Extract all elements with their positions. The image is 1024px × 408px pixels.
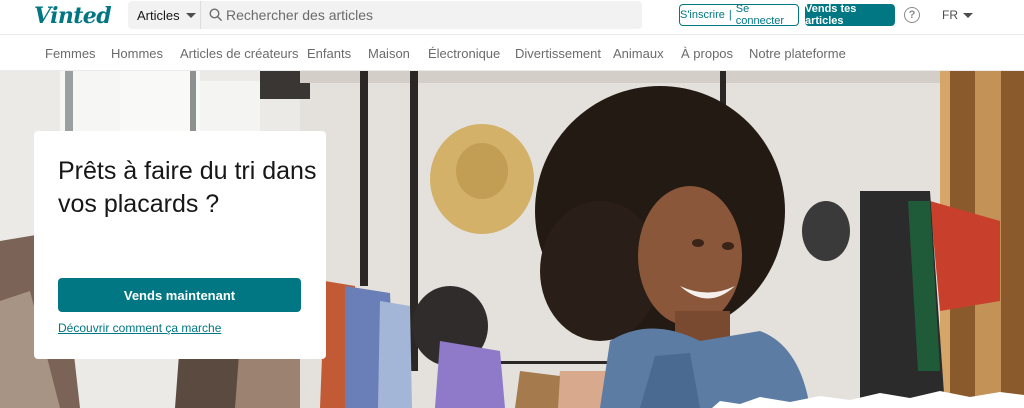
- promo-title: Prêts à faire du tri dans vos placards ?: [58, 157, 317, 218]
- promo-card: Prêts à faire du tri dans vos placards ?…: [34, 131, 326, 359]
- question-circle-icon[interactable]: ?: [904, 7, 920, 23]
- separator: |: [728, 9, 732, 21]
- category-nav: Femmes Hommes Articles de créateurs Enfa…: [0, 34, 1024, 71]
- nav-item-createurs[interactable]: Articles de créateurs: [180, 46, 299, 61]
- signup-label: S'inscrire: [680, 9, 725, 21]
- nav-item-electronique[interactable]: Électronique: [428, 46, 500, 61]
- top-header: Vinted Articles S'inscrire | Se connecte…: [0, 0, 1024, 34]
- login-label: Se connecter: [735, 3, 785, 27]
- nav-item-hommes[interactable]: Hommes: [111, 46, 163, 61]
- language-selector[interactable]: FR: [942, 8, 973, 22]
- nav-item-maison[interactable]: Maison: [368, 46, 410, 61]
- sell-items-button[interactable]: Vends tes articles: [805, 3, 895, 27]
- hero-banner: Prêts à faire du tri dans vos placards ?…: [0, 71, 1024, 408]
- nav-item-divertissement[interactable]: Divertissement: [515, 46, 601, 61]
- nav-item-animaux[interactable]: Animaux: [613, 46, 664, 61]
- how-it-works-link[interactable]: Découvrir comment ça marche: [58, 321, 221, 335]
- language-label: FR: [942, 8, 958, 22]
- nav-item-plateforme[interactable]: Notre plateforme: [749, 46, 846, 61]
- vinted-logo[interactable]: Vinted: [34, 3, 112, 29]
- search-input[interactable]: [226, 1, 626, 29]
- chevron-down-icon: [963, 12, 973, 18]
- sell-now-button[interactable]: Vends maintenant: [58, 278, 301, 312]
- search-bar: Articles: [128, 1, 642, 29]
- search-icon: [209, 8, 222, 21]
- chevron-down-icon: [185, 12, 196, 18]
- nav-item-femmes[interactable]: Femmes: [45, 46, 96, 61]
- nav-item-a-propos[interactable]: À propos: [681, 46, 733, 61]
- category-select[interactable]: Articles: [128, 1, 201, 29]
- signup-login-button[interactable]: S'inscrire | Se connecter: [679, 3, 799, 27]
- category-select-label: Articles: [137, 7, 180, 23]
- nav-item-enfants[interactable]: Enfants: [307, 46, 351, 61]
